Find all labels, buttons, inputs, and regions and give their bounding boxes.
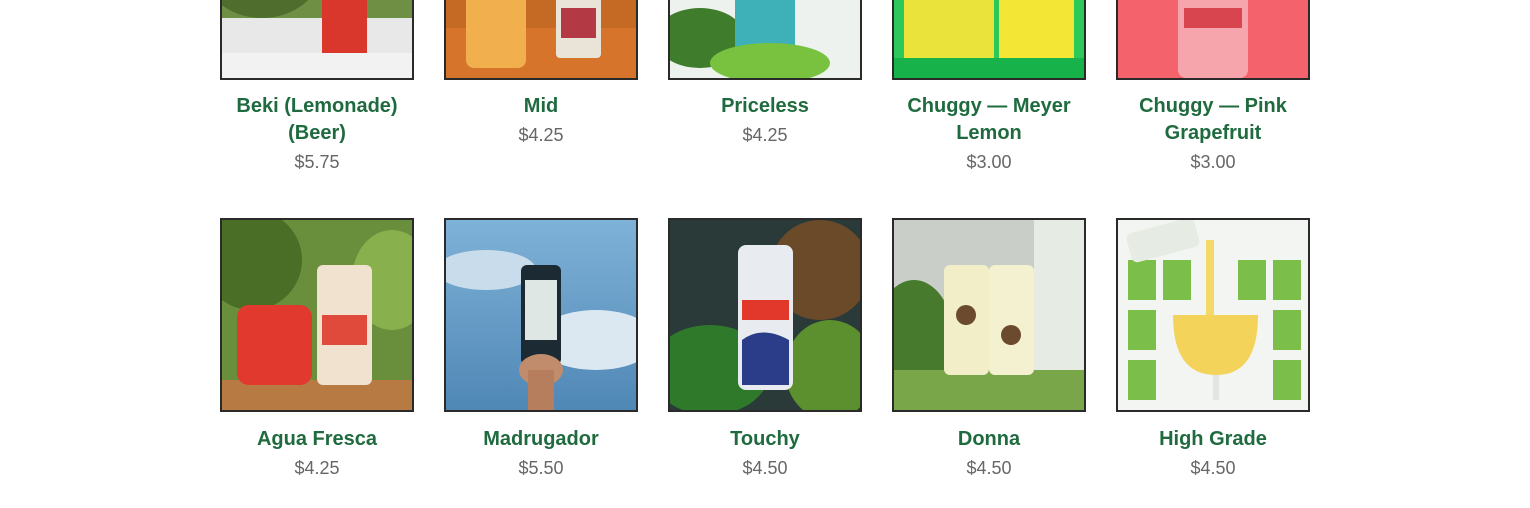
product-price: $4.50 — [1190, 458, 1236, 478]
product-row-2: Agua Fresca $4.25 Madrugador $5.50 Touch… — [0, 0, 1530, 508]
product-name[interactable]: High Grade — [1116, 426, 1310, 453]
product-image[interactable] — [668, 218, 862, 412]
product-name[interactable]: Madrugador — [444, 426, 638, 453]
product-image[interactable] — [892, 218, 1086, 412]
product-image[interactable] — [1116, 218, 1310, 412]
product-name[interactable]: Agua Fresca — [220, 426, 414, 453]
product-price: $4.50 — [742, 458, 788, 478]
product-price: $4.25 — [294, 458, 340, 478]
product-price: $5.50 — [518, 458, 564, 478]
product-name[interactable]: Donna — [892, 426, 1086, 453]
product-name[interactable]: Touchy — [668, 426, 862, 453]
product-price: $4.50 — [966, 458, 1012, 478]
product-image[interactable] — [220, 218, 414, 412]
product-image[interactable] — [444, 218, 638, 412]
